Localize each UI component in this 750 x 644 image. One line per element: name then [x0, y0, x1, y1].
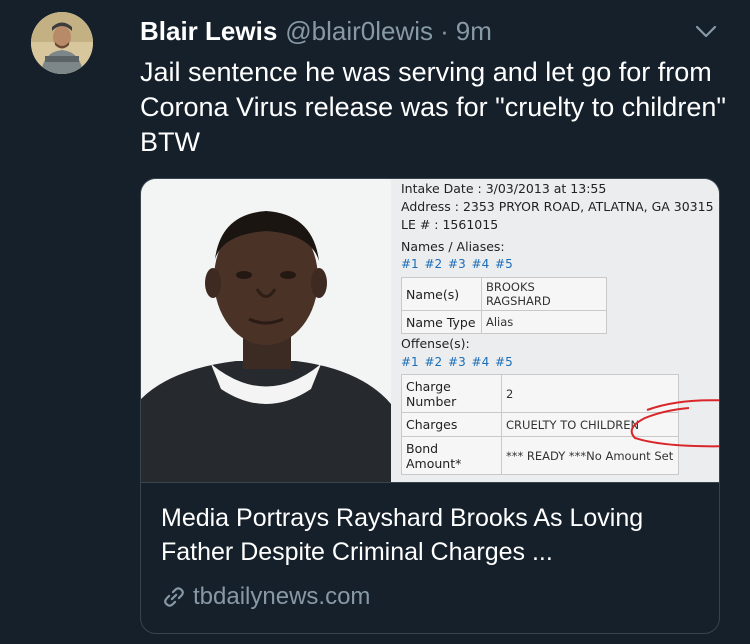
table-cell: Name Type — [401, 310, 482, 334]
card-title[interactable]: Media Portrays Rayshard Brooks As Loving… — [161, 501, 706, 569]
card-domain-text: tbdailynews.com — [193, 583, 371, 610]
table-cell: Alias — [481, 310, 607, 334]
author-name[interactable]: Blair Lewis — [140, 16, 277, 47]
tweet-text: Jail sentence he was serving and let go … — [140, 57, 726, 157]
table-cell: Bond Amount* — [401, 436, 502, 475]
red-annotation-circle — [630, 399, 719, 448]
booking-record: Intake Date : 3/03/2013 at 13:55 Address… — [391, 179, 719, 482]
offense-heading: Offense(s): — [401, 336, 470, 351]
separator-dot: · — [440, 16, 449, 46]
link-icon — [164, 587, 184, 607]
names-heading: Names / Aliases: — [401, 239, 505, 254]
table-cell: Name(s) — [401, 277, 482, 311]
table-cell: BROOKS RAGSHARD — [481, 277, 607, 311]
table-cell: Charges — [401, 412, 502, 437]
offense-links[interactable]: #1 #2 #3 #4 #5 — [401, 355, 513, 369]
link-preview-card[interactable]: Intake Date : 3/03/2013 at 13:55 Address… — [140, 178, 720, 634]
intake-date: Intake Date : 3/03/2013 at 13:55 — [401, 181, 607, 196]
address: Address : 2353 PRYOR ROAD, ATLATNA, GA 3… — [401, 199, 714, 214]
tweet-header: Blair Lewis @blair0lewis · 9m — [140, 16, 720, 46]
chevron-down-icon[interactable] — [694, 22, 718, 40]
table-cell: Charge Number — [401, 374, 502, 413]
names-table: Name(s) BROOKS RAGSHARD Name Type Alias — [401, 277, 607, 334]
tweet-timestamp[interactable]: 9m — [456, 16, 492, 47]
card-image[interactable]: Intake Date : 3/03/2013 at 13:55 Address… — [141, 179, 719, 483]
mugshot-photo — [141, 179, 391, 482]
avatar[interactable] — [31, 12, 93, 74]
card-domain[interactable]: tbdailynews.com — [161, 583, 370, 611]
author-handle[interactable]: @blair0lewis — [285, 16, 433, 47]
names-links[interactable]: #1 #2 #3 #4 #5 — [401, 257, 513, 271]
le-number: LE # : 1561015 — [401, 217, 499, 232]
